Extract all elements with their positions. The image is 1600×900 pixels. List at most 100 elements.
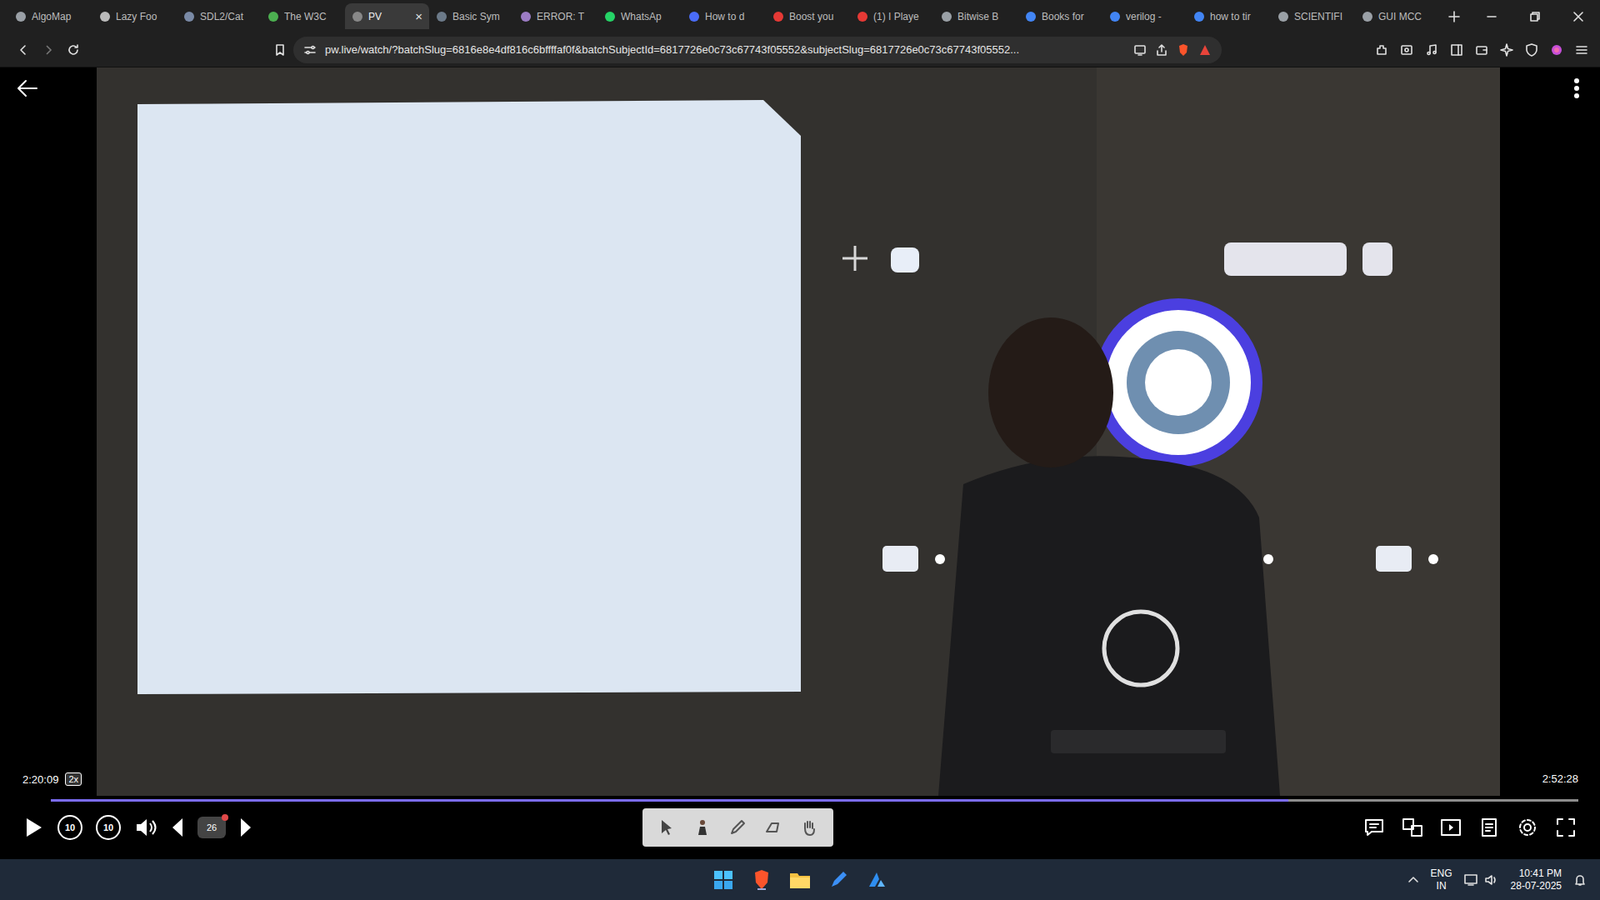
notes-icon[interactable] — [1478, 816, 1500, 839]
browser-tab[interactable]: WhatsAp — [597, 3, 682, 30]
browser-tab[interactable]: how to tir — [1186, 3, 1271, 30]
pen-app-icon[interactable] — [825, 866, 852, 894]
tab-label: Books for — [1041, 10, 1096, 23]
new-tab-icon[interactable] — [1447, 10, 1461, 24]
restore-icon[interactable] — [1513, 0, 1557, 33]
tab-label: Lazy Foo — [115, 10, 170, 23]
url-field[interactable]: pw.live/watch/?batchSlug=6816e8e4df816c6… — [293, 36, 1222, 64]
screenshot-icon[interactable] — [1400, 43, 1414, 57]
rewind-button[interactable]: 10 — [57, 815, 83, 840]
brave-rewards-icon[interactable] — [1198, 43, 1212, 57]
forward-button[interactable]: 10 — [95, 815, 121, 840]
back-icon[interactable] — [16, 43, 30, 57]
elapsed-label: 2:20:09 — [22, 773, 59, 786]
leo-icon[interactable] — [1500, 43, 1514, 57]
network-icon — [1464, 873, 1480, 887]
azure-icon[interactable] — [863, 866, 890, 894]
browser-tab[interactable]: Bitwise B — [934, 3, 1019, 30]
chat-icon[interactable] — [1363, 816, 1385, 839]
pen-icon[interactable] — [728, 818, 747, 837]
favicon-icon — [688, 10, 700, 23]
speaker-icon — [1484, 873, 1500, 887]
region-label: IN — [1436, 880, 1447, 893]
browser-tab[interactable]: AlgoMap — [8, 3, 93, 30]
sidebar-icon[interactable] — [1450, 43, 1464, 57]
quick-settings[interactable] — [1464, 873, 1500, 887]
browser-tab[interactable]: (1) I Playe — [850, 3, 935, 30]
browser-tab[interactable]: verilog - — [1102, 3, 1187, 30]
next-icon[interactable] — [239, 816, 253, 839]
favicon-icon — [1109, 10, 1121, 23]
extensions-icon[interactable] — [1375, 43, 1389, 57]
previous-icon[interactable] — [170, 816, 185, 839]
close-icon[interactable] — [1556, 0, 1600, 33]
browser-tab[interactable]: How to d — [681, 3, 766, 30]
browser-tab[interactable]: Basic Sym — [429, 3, 514, 30]
windows-start-icon[interactable] — [710, 866, 737, 894]
media-icon[interactable] — [1425, 43, 1439, 57]
menu-icon[interactable] — [1575, 43, 1589, 57]
show-hidden-icons-icon[interactable] — [1407, 874, 1420, 886]
video-row — [0, 67, 1600, 796]
cast-icon[interactable] — [1133, 43, 1147, 57]
settings-icon[interactable] — [1516, 816, 1539, 839]
duration-label: 2:52:28 — [1542, 772, 1579, 785]
slide-counter[interactable]: 26 — [197, 816, 226, 839]
translate-icon[interactable] — [1401, 816, 1424, 839]
browser-tab[interactable]: SDL2/Cat — [176, 3, 261, 30]
play-icon[interactable] — [22, 816, 45, 839]
vpn-icon[interactable] — [1525, 43, 1539, 57]
favicon-icon — [267, 10, 280, 23]
address-bar: pw.live/watch/?batchSlug=6816e8e4df816c6… — [0, 32, 1600, 68]
favicon-icon — [772, 10, 785, 23]
browser-tab[interactable]: ERROR: T — [513, 3, 598, 30]
brave-browser-icon[interactable] — [748, 866, 775, 894]
more-options-icon[interactable] — [1573, 77, 1580, 100]
notification-bell-icon[interactable] — [1573, 873, 1587, 887]
favicon-icon — [604, 10, 616, 23]
video-frame — [96, 67, 1500, 796]
presenter-icon[interactable] — [693, 818, 712, 837]
favicon-icon — [856, 10, 869, 23]
browser-tab[interactable]: Boost you — [765, 3, 850, 30]
minimize-icon[interactable] — [1470, 0, 1514, 33]
profile-icon[interactable] — [1550, 43, 1564, 57]
tab-label: how to tir — [1210, 10, 1265, 23]
brave-shield-icon[interactable] — [1176, 43, 1190, 57]
fullscreen-icon[interactable] — [1555, 816, 1577, 839]
taskbar-apps — [710, 866, 890, 894]
picture-in-picture-icon[interactable] — [1440, 816, 1462, 839]
notification-dot — [221, 814, 229, 821]
browser-tab[interactable]: SCIENTIFI — [1270, 3, 1355, 30]
right-controls — [1363, 816, 1577, 839]
browser-tab[interactable]: PV × — [345, 3, 430, 30]
browser-tab[interactable]: The W3C — [260, 3, 345, 30]
bookmark-icon[interactable] — [273, 43, 287, 57]
clock[interactable]: 10:41 PM28-07-2025 — [1510, 867, 1562, 893]
elapsed-time: 2:20:09 2x — [22, 772, 82, 786]
share-icon[interactable] — [1155, 43, 1169, 57]
tab-label: AlgoMap — [31, 10, 86, 23]
reload-icon[interactable] — [66, 43, 80, 57]
highlighter-icon[interactable] — [764, 818, 783, 837]
progress-track[interactable] — [50, 799, 1579, 802]
taskbar: ENGIN 10:41 PM28-07-2025 — [0, 859, 1600, 900]
forward-icon[interactable] — [41, 43, 55, 57]
back-arrow-icon[interactable] — [15, 75, 40, 101]
tab-label: PV — [368, 10, 410, 23]
volume-icon[interactable] — [134, 816, 158, 839]
wallet-icon[interactable] — [1475, 43, 1489, 57]
tab-label: verilog - — [1125, 10, 1180, 23]
pointer-icon[interactable] — [657, 818, 676, 837]
tab-label: Basic Sym — [452, 10, 507, 23]
speed-badge[interactable]: 2x — [65, 772, 82, 786]
slide-number: 26 — [206, 822, 217, 833]
tab-close-button[interactable]: × — [415, 9, 423, 24]
file-explorer-icon[interactable] — [786, 866, 814, 894]
browser-tab[interactable]: Books for — [1018, 3, 1103, 30]
browser-tab[interactable]: GUI MCC — [1355, 3, 1440, 30]
browser-tab[interactable]: Lazy Foo — [92, 3, 177, 30]
hand-icon[interactable] — [800, 818, 819, 837]
favicon-icon — [940, 10, 953, 23]
language-indicator[interactable]: ENGIN — [1430, 867, 1453, 893]
